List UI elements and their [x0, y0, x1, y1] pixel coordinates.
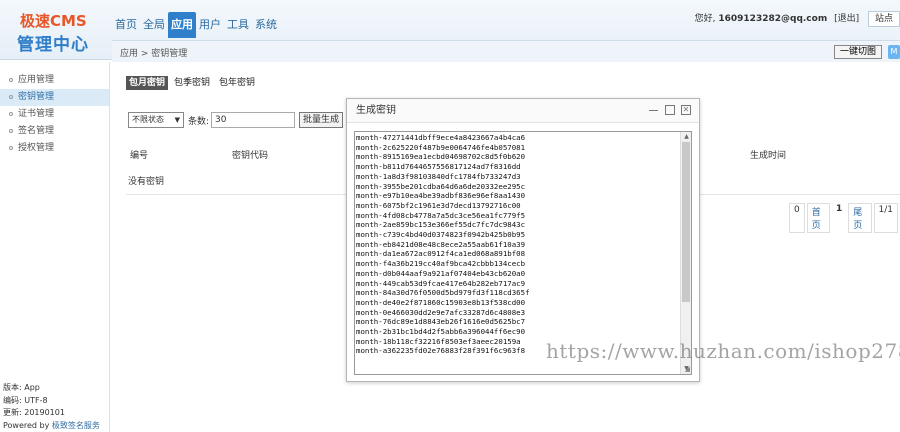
bullet-icon — [9, 145, 13, 150]
key-line: month-47271441dbff9ece4a8423667a4b4ca6 — [356, 133, 526, 142]
logo-title: 极速CMS — [20, 12, 87, 30]
batch-generate-button[interactable]: 批量生成 — [299, 112, 344, 128]
tab-quarterly[interactable]: 包季密钥 — [171, 76, 213, 90]
scrollbar[interactable]: ▲ ▼ — [680, 132, 691, 374]
site-button[interactable]: 站点 — [867, 11, 900, 27]
dialog-controls: ✕ — [643, 105, 691, 115]
nav-global[interactable]: 全局 — [140, 12, 168, 38]
mini-app-icon[interactable]: M — [888, 45, 900, 59]
sidebar-item-license[interactable]: 授权管理 — [0, 140, 109, 157]
version-info: 版本: App — [3, 383, 40, 392]
key-line: month-d0b044aaf9a921af07404eb43cb620a0 — [356, 268, 526, 278]
bullet-icon — [9, 77, 13, 82]
powered-link[interactable]: 极致签名服务 — [52, 421, 100, 430]
key-line: month-4fd08cb4778a7a5dc3ce56ea1fc779f5 — [356, 210, 526, 220]
key-line: month-1a8d3f98103840dfc1784fb733247d3 — [356, 171, 521, 181]
key-line: month-2ae859bc153e366ef55dc7fc7dc9843c — [356, 220, 526, 230]
keys-list: month-47271441dbff9ece4a8423667a4b4ca6 mo… — [355, 132, 691, 356]
pager-current: 1 — [831, 203, 847, 233]
key-line: month-2b31bc1bd4d2f5abb6a396044ff6ec90 — [356, 327, 526, 337]
encoding-info: 编码: UTF-8 — [3, 395, 48, 405]
tab-yearly[interactable]: 包年密钥 — [216, 76, 258, 90]
user-email: 1609123282@qq.com — [718, 14, 828, 24]
maximize-icon[interactable] — [665, 105, 675, 115]
logo[interactable]: 极速CMS 管理中心 — [8, 6, 100, 55]
resize-handle-icon[interactable]: ◢ — [685, 365, 690, 373]
powered-by: Powered by 极致签名服务 — [3, 420, 100, 430]
scroll-up-icon[interactable]: ▲ — [681, 132, 691, 142]
key-tabs: 包月密钥 包季密钥 包年密钥 — [126, 76, 261, 90]
key-line: month-76dc89e1d8843eb26f1616e0d5625bc7 — [356, 317, 526, 327]
watermark: https://www.huzhan.com/ishop27890 — [546, 339, 900, 363]
count-label: 条数: — [188, 116, 210, 127]
bullet-icon — [9, 94, 13, 99]
empty-message: 没有密钥 — [128, 177, 165, 187]
pager-last[interactable]: 尾页 — [848, 203, 872, 233]
bullet-icon — [9, 111, 13, 116]
sub-bar: 应用 > 密钥管理 一键切图 M — [112, 40, 900, 62]
count-input[interactable]: 30 — [211, 112, 296, 128]
filter-bar: 不限状态 ▼ 条数: 30 批量生成 — [128, 112, 344, 128]
key-line: month-84a30d76f0500d5bd979fd3f118cd365f — [356, 288, 530, 298]
chevron-down-icon: ▼ — [174, 116, 180, 124]
screenshot-button[interactable]: 一键切图 — [833, 45, 882, 59]
key-line: month-e97b10ea4be39adbf836e96ef8aa1430 — [356, 191, 526, 201]
logo-subtitle: 管理中心 — [17, 35, 89, 55]
greeting: 您好, — [694, 14, 716, 24]
key-line: month-449cab53d9fcae417e64b282eb717ac9 — [356, 278, 526, 288]
close-icon[interactable]: ✕ — [681, 105, 691, 115]
key-line: month-eb8421d08e48c8ece2a55aab61f10a39 — [356, 239, 526, 249]
sidebar-item-apps[interactable]: 应用管理 — [0, 72, 109, 89]
nav-home[interactable]: 首页 — [112, 12, 140, 38]
key-line: month-6075bf2c1961e3d7decd13792716c00 — [356, 200, 521, 210]
sidebar-item-signing[interactable]: 签名管理 — [0, 123, 109, 140]
key-line: month-f4a36b219cc40af9bca42cbbb134cecb — [356, 259, 526, 269]
updated-info: 更新: 20190101 — [3, 408, 65, 417]
key-line: month-0e466030dd2e9e7afc33287d6c4808e3 — [356, 307, 526, 317]
key-line: month-de40e2f871860c15903e8b13f538cd00 — [356, 297, 526, 307]
user-bar: 您好, 1609123282@qq.com [退出] 站点 — [694, 11, 900, 27]
nav-users[interactable]: 用户 — [196, 12, 224, 38]
key-line: month-3955be201cdba64d6a6de20332ee295c — [356, 181, 526, 191]
sidebar: 应用管理 密钥管理 证书管理 签名管理 授权管理 版本: App 编码: UTF… — [0, 62, 110, 432]
bullet-icon — [9, 128, 13, 133]
key-line: month-8915169ea1ecbd04698702c8d5f0b620 — [356, 152, 526, 162]
key-line: month-b811d7644657556817124ad7f8316dd — [356, 162, 521, 172]
nav-apps[interactable]: 应用 — [168, 12, 196, 38]
key-line: month-2c625220f487b9e0064746fe4b057081 — [356, 142, 526, 152]
top-nav: 首页 全局 应用 用户 工具 系统 — [112, 12, 280, 38]
logout-link[interactable]: [退出] — [834, 14, 859, 24]
pagination: 0 首页 1 尾页 1/1 — [789, 203, 900, 233]
col-code: 密钥代码 — [232, 151, 269, 161]
nav-tools[interactable]: 工具 — [224, 12, 252, 38]
col-time: 生成时间 — [750, 151, 787, 161]
status-select[interactable]: 不限状态 ▼ — [128, 112, 184, 128]
pager-first[interactable]: 首页 — [806, 203, 830, 233]
sidebar-item-certs[interactable]: 证书管理 — [0, 106, 109, 123]
nav-system[interactable]: 系统 — [252, 12, 280, 38]
sidebar-footer: 版本: App 编码: UTF-8 更新: 20190101 Powered b… — [3, 382, 100, 432]
breadcrumb: 应用 > 密钥管理 — [120, 49, 188, 59]
scroll-thumb[interactable] — [682, 142, 690, 302]
tab-monthly[interactable]: 包月密钥 — [126, 76, 169, 90]
key-line: month-da1ea672ac0912f4ca1ed068a891bf08 — [356, 249, 526, 259]
col-id: 编号 — [130, 151, 149, 161]
sidebar-item-keys[interactable]: 密钥管理 — [0, 89, 109, 106]
pager-of: 1/1 — [873, 203, 898, 233]
key-line: month-c739c4bd40d0374823f0942b425b0b95 — [356, 230, 526, 240]
pager-total: 0 — [789, 203, 805, 233]
minimize-icon[interactable] — [649, 105, 659, 115]
